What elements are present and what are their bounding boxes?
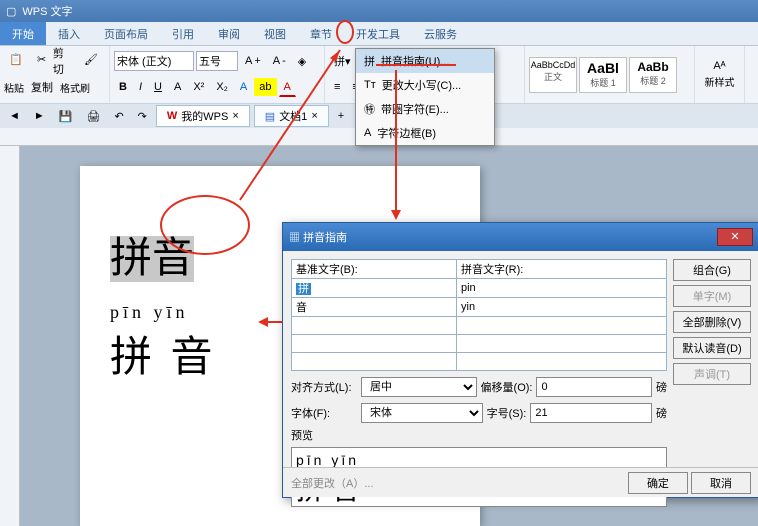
- phonetic-guide-button[interactable]: 拼▾: [329, 50, 356, 72]
- close-icon[interactable]: ×: [311, 110, 317, 122]
- font-select[interactable]: 宋体: [361, 403, 483, 423]
- selected-text[interactable]: 拼音: [110, 236, 194, 282]
- print-button[interactable]: 🖨: [81, 107, 105, 126]
- dialog-close-button[interactable]: ✕: [717, 228, 753, 246]
- border-icon: A: [364, 127, 371, 139]
- tab-section[interactable]: 章节: [298, 22, 344, 45]
- dialog-title: 拼音指南: [303, 232, 347, 244]
- grow-font-button[interactable]: A+: [240, 52, 266, 70]
- underline-button[interactable]: U: [149, 78, 167, 96]
- style-heading2[interactable]: AaBb标题 2: [629, 57, 677, 93]
- ruby-cell[interactable]: yin: [457, 298, 667, 317]
- nav-back-button[interactable]: ◄: [4, 107, 25, 125]
- vertical-ruler[interactable]: [0, 146, 20, 526]
- dropdown-change-case[interactable]: Tт更改大小写(C)...: [356, 73, 494, 97]
- style-icon: Aᴬ: [713, 60, 725, 72]
- font-size-select[interactable]: [196, 51, 238, 71]
- dialog-icon: ▦: [289, 232, 300, 244]
- size-input[interactable]: [530, 403, 652, 423]
- ok-button[interactable]: 确定: [628, 472, 688, 494]
- brush-icon: 🖌: [84, 53, 100, 69]
- clear-format-button[interactable]: ◈: [293, 52, 311, 71]
- subscript-button[interactable]: X₂: [211, 78, 233, 96]
- tab-cloud[interactable]: 云服务: [412, 22, 469, 45]
- phonetic-dropdown: 拼拼音指南(U)... Tт更改大小写(C)... ㊕带圈字符(E)... A字…: [355, 48, 495, 146]
- base-cell[interactable]: [292, 317, 457, 335]
- title-bar: ▢ WPS 文字: [0, 0, 758, 22]
- format-painter-label: 格式刷: [60, 80, 90, 95]
- dropdown-enclosed-char[interactable]: ㊕带圈字符(E)...: [356, 97, 494, 121]
- font-effect-button[interactable]: A: [235, 78, 252, 96]
- scissors-icon: ✂: [37, 53, 51, 69]
- paste-icon: 📋: [9, 53, 25, 69]
- highlight-button[interactable]: ab: [254, 78, 276, 96]
- ruby-text-header: 拼音文字(R):: [457, 260, 667, 279]
- undo-button[interactable]: ↶: [109, 107, 128, 126]
- save-button[interactable]: 💾: [54, 107, 78, 126]
- cancel-button[interactable]: 取消: [691, 472, 751, 494]
- style-heading1[interactable]: AaBl标题 1: [579, 57, 627, 93]
- align-left-button[interactable]: ≡: [329, 78, 345, 96]
- base-cell[interactable]: [292, 335, 457, 353]
- font-color-button[interactable]: A: [279, 78, 296, 97]
- ruby-cell[interactable]: [457, 317, 667, 335]
- change-all-link[interactable]: 全部更改（A）...: [291, 475, 374, 491]
- superscript-button[interactable]: X²: [188, 78, 209, 96]
- paste-button[interactable]: 📋: [4, 50, 30, 72]
- case-icon: Tт: [364, 79, 376, 91]
- tab-layout[interactable]: 页面布局: [92, 22, 160, 45]
- strike-button[interactable]: A: [169, 78, 186, 96]
- size-unit: 磅: [656, 405, 667, 421]
- base-cell[interactable]: 音: [292, 298, 457, 317]
- base-cell[interactable]: 拼: [292, 279, 457, 298]
- font-name-select[interactable]: [114, 51, 194, 71]
- style-normal[interactable]: AaBbCcDd正文: [529, 57, 577, 93]
- ribbon-tabs: 开始 插入 页面布局 引用 审阅 视图 章节 开发工具 云服务: [0, 22, 758, 46]
- tab-review[interactable]: 审阅: [206, 22, 252, 45]
- app-title: WPS 文字: [22, 3, 72, 19]
- align-select[interactable]: 居中: [361, 377, 477, 397]
- default-reading-button[interactable]: 默认读音(D): [673, 337, 751, 359]
- redo-button[interactable]: ↷: [133, 107, 152, 126]
- new-style-button[interactable]: Aᴬ新样式: [700, 57, 740, 92]
- doctab-mywps[interactable]: W我的WPS×: [156, 105, 250, 127]
- dropdown-pinyin-guide[interactable]: 拼拼音指南(U)...: [356, 49, 494, 73]
- copy-button[interactable]: 复制: [26, 76, 58, 98]
- format-painter-button[interactable]: 🖌: [79, 50, 105, 72]
- pinyin-guide-dialog: ▦ 拼音指南 ✕ 基准文字(B):拼音文字(R): 拼pin 音yin 对齐方式…: [282, 222, 758, 498]
- tab-dev[interactable]: 开发工具: [344, 22, 412, 45]
- base-text-header: 基准文字(B):: [292, 260, 457, 279]
- dialog-titlebar[interactable]: ▦ 拼音指南 ✕: [283, 223, 758, 251]
- shrink-font-button[interactable]: A-: [268, 52, 291, 70]
- bold-button[interactable]: B: [114, 78, 132, 96]
- tab-view[interactable]: 视图: [252, 22, 298, 45]
- preview-label: 预览: [291, 427, 667, 443]
- combine-button[interactable]: 组合(G): [673, 259, 751, 281]
- align-label: 对齐方式(L):: [291, 379, 357, 395]
- offset-input[interactable]: [536, 377, 652, 397]
- close-icon[interactable]: ×: [232, 110, 238, 122]
- nav-fwd-button[interactable]: ►: [29, 107, 50, 125]
- pinyin-icon: 拼: [364, 53, 375, 69]
- new-tab-button[interactable]: +: [333, 107, 349, 125]
- ruby-cell[interactable]: [457, 353, 667, 371]
- font-label: 字体(F):: [291, 405, 357, 421]
- single-button[interactable]: 单字(M): [673, 285, 751, 307]
- tab-reference[interactable]: 引用: [160, 22, 206, 45]
- offset-unit: 磅: [656, 379, 667, 395]
- clear-all-button[interactable]: 全部删除(V): [673, 311, 751, 333]
- tone-button[interactable]: 声调(T): [673, 363, 751, 385]
- doctab-doc1[interactable]: ▤文档1×: [254, 105, 329, 127]
- pinyin-table: 基准文字(B):拼音文字(R): 拼pin 音yin: [291, 259, 667, 371]
- ruby-cell[interactable]: pin: [457, 279, 667, 298]
- ruby-cell[interactable]: [457, 335, 667, 353]
- italic-button[interactable]: I: [134, 78, 147, 96]
- app-logo: ▢: [6, 5, 16, 18]
- enclosed-icon: ㊕: [364, 101, 375, 117]
- base-cell[interactable]: [292, 353, 457, 371]
- offset-label: 偏移量(O):: [481, 379, 533, 395]
- dropdown-char-border[interactable]: A字符边框(B): [356, 121, 494, 145]
- paste-label: 粘贴: [4, 80, 24, 95]
- size-label: 字号(S):: [487, 405, 527, 421]
